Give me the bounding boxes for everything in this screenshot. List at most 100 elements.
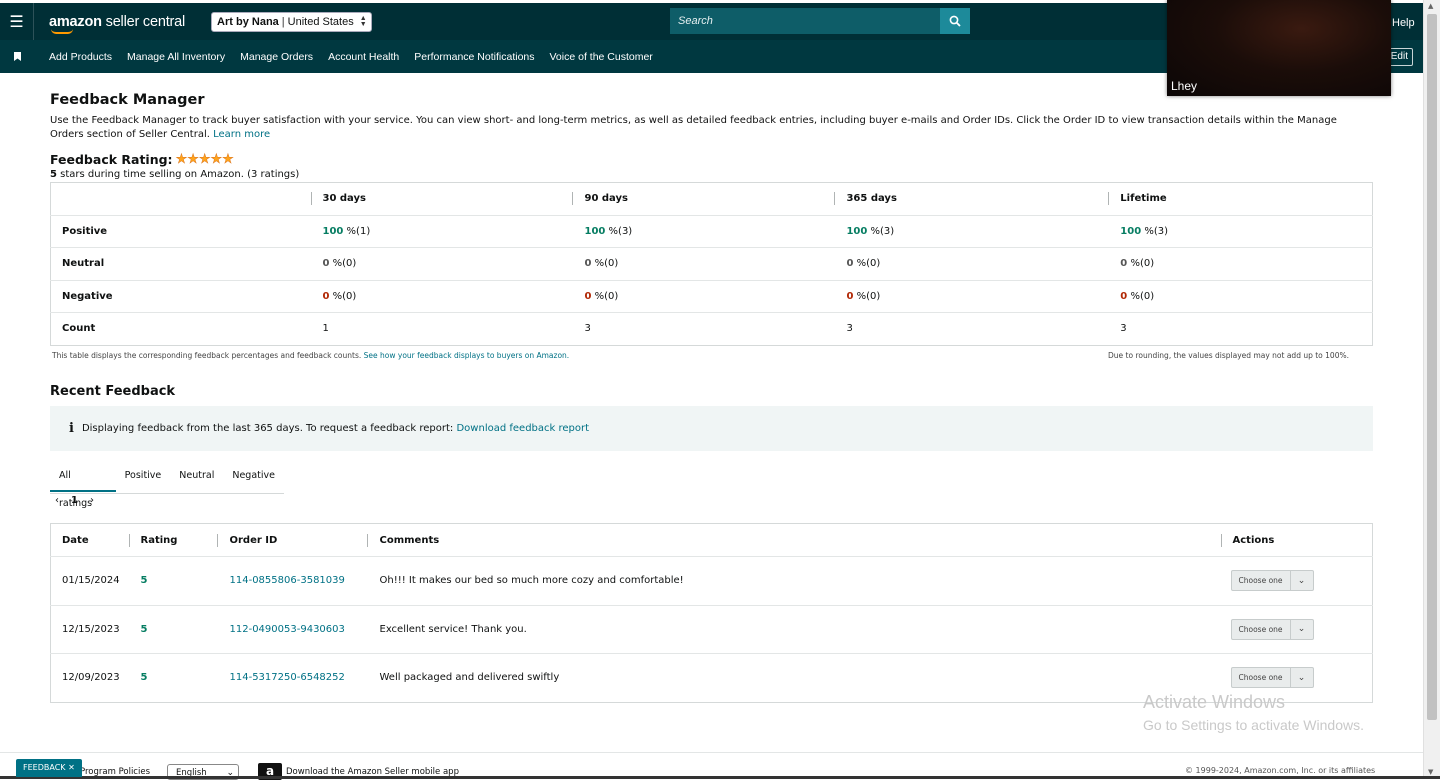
search-bar [670, 8, 970, 34]
metric-cell: 0 %(0) [572, 280, 835, 313]
metric-cell: 0 %(0) [1108, 280, 1373, 313]
windows-activation-subtitle: Go to Settings to activate Windows. [1143, 717, 1364, 733]
metric-percent: 100 [584, 225, 606, 237]
metric-percent: 100 [322, 225, 344, 237]
chevron-down-icon: ⌄ [1297, 624, 1306, 635]
scrollbar-thumb[interactable] [1427, 14, 1437, 720]
metric-count-cell: 3 [584, 323, 591, 335]
help-link[interactable]: Help [1392, 17, 1415, 29]
order-id-link[interactable]: 114-5317250-6548252 [217, 654, 367, 703]
nav-manage-inventory[interactable]: Manage All Inventory [127, 51, 225, 63]
col-date[interactable]: Date [50, 523, 129, 557]
buyer-display-link[interactable]: See how your feedback displays to buyers… [364, 351, 570, 360]
nav-add-products[interactable]: Add Products [49, 51, 112, 63]
learn-more-link[interactable]: Learn more [213, 129, 270, 140]
action-dropdown[interactable]: Choose one ⌄ [1230, 570, 1314, 592]
tab-all-ratings[interactable]: All ratings [50, 462, 116, 509]
metrics-row-label: Negative [50, 280, 311, 313]
order-id-link[interactable]: 112-0490053-9430603 [216, 605, 367, 654]
page-scrollbar[interactable]: ▲ ▼ [1423, 0, 1440, 779]
nav-manage-orders[interactable]: Manage Orders [240, 51, 313, 63]
metrics-row-label: Positive [50, 215, 311, 248]
tab-positive[interactable]: Positive [116, 462, 171, 493]
metrics-col-365-days: 365 days [834, 182, 1109, 216]
feedback-tab[interactable]: FEEDBACK ✕ [16, 759, 82, 777]
search-input[interactable] [670, 8, 940, 34]
metric-count: %(3) [605, 225, 633, 237]
metrics-row-negative: Negative 0 %(0) 0 %(0) 0 %(0) 0 %(0) [50, 280, 1373, 313]
feedback-rating: 5 [128, 556, 217, 606]
chevron-right-icon[interactable]: › [90, 495, 94, 506]
metric-count-cell: 1 [322, 323, 329, 335]
metrics-header-row: 30 days 90 days 365 days Lifetime [50, 182, 1373, 216]
metrics-col-lifetime: Lifetime [1108, 182, 1373, 216]
action-dropdown-label: Choose one [1232, 571, 1291, 591]
feedback-metrics-table: 30 days 90 days 365 days Lifetime Positi… [50, 182, 1373, 346]
tab-neutral[interactable]: Neutral [170, 462, 223, 493]
close-icon[interactable]: ✕ [68, 763, 75, 772]
metric-cell: 0 %(0) [572, 247, 835, 281]
intro-text: Use the Feedback Manager to track buyer … [50, 114, 1370, 142]
bookmark-icon[interactable] [0, 52, 34, 61]
info-icon: i [69, 421, 74, 436]
star-rating-icon: ★★★★★ [175, 152, 234, 168]
metrics-col-90-days: 90 days [572, 182, 835, 216]
metric-count: %(0) [1127, 290, 1155, 302]
recent-feedback-table: Date Rating Order ID Comments Actions 01… [50, 523, 1373, 703]
feedback-rating: 5 [140, 672, 148, 684]
metric-count: %(0) [853, 258, 881, 270]
updown-icon: ▲ ▼ [359, 14, 367, 28]
rating-summary-value: 5 [50, 169, 57, 180]
info-text: Displaying feedback from the last 365 da… [81, 423, 454, 434]
metric-count-cell: 3 [846, 323, 853, 335]
action-dropdown[interactable]: Choose one ⌄ [1230, 618, 1314, 640]
store-name: Art by Nana [217, 15, 279, 28]
menu-icon[interactable]: ☰ [0, 3, 34, 40]
col-order-id[interactable]: Order ID [216, 523, 367, 557]
metrics-row-label: Neutral [50, 247, 311, 281]
action-dropdown-label: Choose one [1232, 668, 1291, 688]
search-button[interactable] [940, 8, 970, 34]
metric-count: %(0) [329, 290, 357, 302]
metric-cell: 0 %(0) [834, 247, 1109, 281]
metric-cell: 100 %(3) [1108, 215, 1373, 248]
metric-count: %(3) [1141, 225, 1169, 237]
nav-performance-notifications[interactable]: Performance Notifications [414, 51, 534, 63]
page-title: Feedback Manager [50, 92, 205, 108]
action-dropdown-label: Choose one [1232, 619, 1291, 639]
download-report-link[interactable]: Download feedback report [456, 423, 589, 434]
table-row: 01/15/2024 5 114-0855806-3581039 Oh!!! I… [50, 556, 1373, 606]
store-separator: | [281, 15, 285, 28]
col-rating[interactable]: Rating [128, 523, 217, 557]
rating-tabs: All ratings Positive Neutral Negative [50, 462, 284, 509]
store-selector[interactable]: Art by Nana | United States ▲ ▼ [211, 11, 372, 32]
copyright: © 1999-2024, Amazon.com, Inc. or its aff… [1185, 766, 1376, 775]
metric-percent: 100 [1120, 225, 1142, 237]
metric-count: %(0) [853, 290, 881, 302]
rating-summary-text: stars during time selling on Amazon. (3 … [56, 169, 300, 180]
feedback-date: 12/15/2023 [50, 605, 129, 654]
col-comments: Comments [366, 523, 1221, 557]
marketplace-name: United States [287, 15, 354, 28]
chevron-down-icon: ⌄ [1297, 672, 1306, 683]
seller-central-logo[interactable]: amazon seller central [49, 13, 185, 34]
page-number[interactable]: 1 [71, 495, 78, 506]
feedback-comment: Well packaged and delivered swiftly [379, 672, 560, 684]
logo-text: amazon [49, 13, 102, 30]
scroll-down-icon[interactable]: ▼ [1428, 768, 1433, 776]
actions-cell: Choose one ⌄ [1220, 605, 1373, 654]
chevron-down-icon: ⌄ [1297, 575, 1306, 586]
scroll-up-icon[interactable]: ▲ [1428, 2, 1433, 10]
metric-cell: 0 %(0) [310, 247, 573, 281]
action-dropdown[interactable]: Choose one ⌄ [1230, 667, 1314, 689]
pagination: ‹ 1 › [55, 495, 106, 506]
nav-account-health[interactable]: Account Health [328, 51, 399, 63]
order-id-link[interactable]: 114-0855806-3581039 [216, 556, 367, 606]
metric-count: %(0) [591, 258, 619, 270]
metric-cell: 100 %(1) [310, 215, 573, 248]
chevron-left-icon[interactable]: ‹ [55, 495, 59, 506]
nav-voice-of-customer[interactable]: Voice of the Customer [550, 51, 653, 63]
metric-cell: 100 %(3) [834, 215, 1109, 248]
webcam-name: Lhey [1171, 79, 1198, 93]
tab-negative[interactable]: Negative [223, 462, 284, 493]
